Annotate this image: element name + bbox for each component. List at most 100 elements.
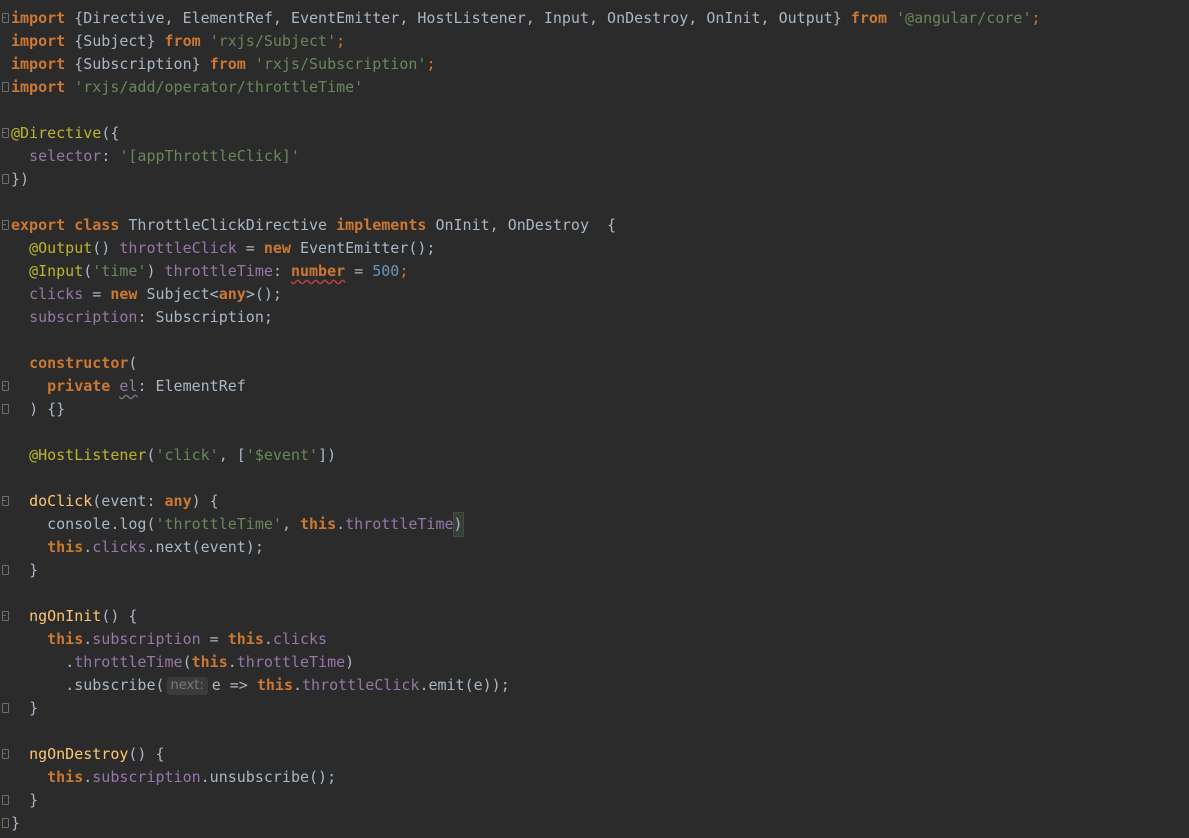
code-token: subscription [29,308,138,326]
code-line[interactable]: doClick(event: any) { [2,490,1189,513]
code-line[interactable] [11,720,1189,743]
code-token: .next(event); [146,538,264,556]
code-line[interactable]: .subscribe(next: e => this.throttleClick.… [11,674,1189,697]
code-line[interactable]: subscription: Subscription; [11,306,1189,329]
fold-marker-icon[interactable] [1,12,9,24]
code-token: OnInit, OnDestroy { [426,216,617,234]
code-area[interactable]: import {Directive, ElementRef, EventEmit… [2,7,1189,835]
code-token: from [209,55,246,73]
code-token: .unsubscribe(); [200,768,337,786]
code-token: throttleTime [164,262,273,280]
code-line[interactable]: this.subscription.unsubscribe(); [11,766,1189,789]
code-token: 'time' [92,262,147,280]
code-line[interactable] [11,421,1189,444]
code-line[interactable]: }) [2,168,1189,191]
code-line[interactable]: ) {} [2,398,1189,421]
fold-marker-icon[interactable] [1,817,9,829]
code-line[interactable]: @Input('time') throttleTime: number = 50… [11,260,1189,283]
code-token: . [65,653,75,671]
fold-marker-icon[interactable] [1,403,9,415]
fold-marker-icon[interactable] [1,495,9,507]
fold-marker-icon[interactable] [1,173,9,185]
code-token: new [263,239,291,257]
fold-marker-icon[interactable] [1,564,9,576]
code-line[interactable]: import 'rxjs/add/operator/throttleTime' [2,76,1189,99]
code-token: import [11,78,66,96]
code-token: . [83,630,93,648]
code-line[interactable]: private el: ElementRef [2,375,1189,398]
code-line[interactable]: console.log('throttleTime', this.throttl… [11,512,1189,537]
code-token: ({ [101,124,120,142]
code-line[interactable] [11,191,1189,214]
fold-marker-icon[interactable] [1,219,9,231]
code-token: } [11,814,21,832]
code-line[interactable]: import {Directive, ElementRef, EventEmit… [2,7,1189,30]
code-line[interactable] [11,582,1189,605]
code-line[interactable]: clicks = new Subject<any>(); [11,283,1189,306]
code-line[interactable]: import {Subscription} from 'rxjs/Subscri… [11,53,1189,76]
code-token: '[appThrottleClick]' [119,147,300,165]
code-token: this [256,676,293,694]
code-line[interactable]: this.subscription = this.clicks [11,628,1189,651]
code-token: {Directive, ElementRef, EventEmitter, Ho… [65,9,851,27]
code-line[interactable]: } [2,559,1189,582]
code-token: import [11,55,66,73]
code-token: ; [1031,9,1041,27]
code-line[interactable]: @Directive({ [2,122,1189,145]
code-editor[interactable]: import {Directive, ElementRef, EventEmit… [0,0,1189,838]
code-line[interactable]: selector: '[appThrottleClick]' [11,145,1189,168]
code-line[interactable] [11,467,1189,490]
code-line[interactable]: } [2,812,1189,835]
code-line[interactable]: } [2,789,1189,812]
code-token: : Subscription; [137,308,273,326]
code-token: 500 [372,262,400,280]
code-line[interactable]: @Output() throttleClick = new EventEmitt… [11,237,1189,260]
fold-marker-icon[interactable] [1,794,9,806]
code-token: export [11,216,66,234]
code-token: : ElementRef [137,377,246,395]
fold-marker-icon[interactable] [1,748,9,760]
fold-marker-icon[interactable] [1,81,9,93]
code-token: ( [83,262,93,280]
code-line[interactable]: export class ThrottleClickDirective impl… [2,214,1189,237]
code-token: '@angular/core' [896,9,1032,27]
fold-marker-icon[interactable] [1,127,9,139]
code-line[interactable]: import {Subject} from 'rxjs/Subject'; [11,30,1189,53]
code-token: .emit(e)); [419,676,510,694]
code-token: el [119,377,138,395]
code-token: new [110,285,138,303]
fold-marker-icon[interactable] [1,610,9,622]
fold-marker-icon[interactable] [1,702,9,714]
code-token: 'throttleTime' [155,515,282,533]
code-line[interactable] [11,329,1189,352]
code-token: ) [345,653,355,671]
code-line[interactable]: constructor( [11,352,1189,375]
code-line[interactable]: this.clicks.next(event); [11,536,1189,559]
code-token: Subject< [137,285,219,303]
code-line[interactable]: ngOnDestroy() { [2,743,1189,766]
code-line[interactable]: @HostListener('click', ['$event']) [11,444,1189,467]
fold-marker-icon[interactable] [1,380,9,392]
code-token: clicks [29,285,84,303]
code-line[interactable]: .throttleTime(this.throttleTime) [11,651,1189,674]
code-token: this [47,630,84,648]
code-token: } [29,699,39,717]
code-token: any [164,492,192,510]
code-line[interactable]: ngOnInit() { [2,605,1189,628]
code-line[interactable]: } [2,697,1189,720]
code-token: @HostListener [29,446,147,464]
code-token: this [47,768,84,786]
code-token: subscription [92,630,201,648]
code-line[interactable] [11,99,1189,122]
code-token: 'rxjs/Subscription' [254,55,427,73]
code-token: () { [128,745,165,763]
code-token: , [ [218,446,246,464]
